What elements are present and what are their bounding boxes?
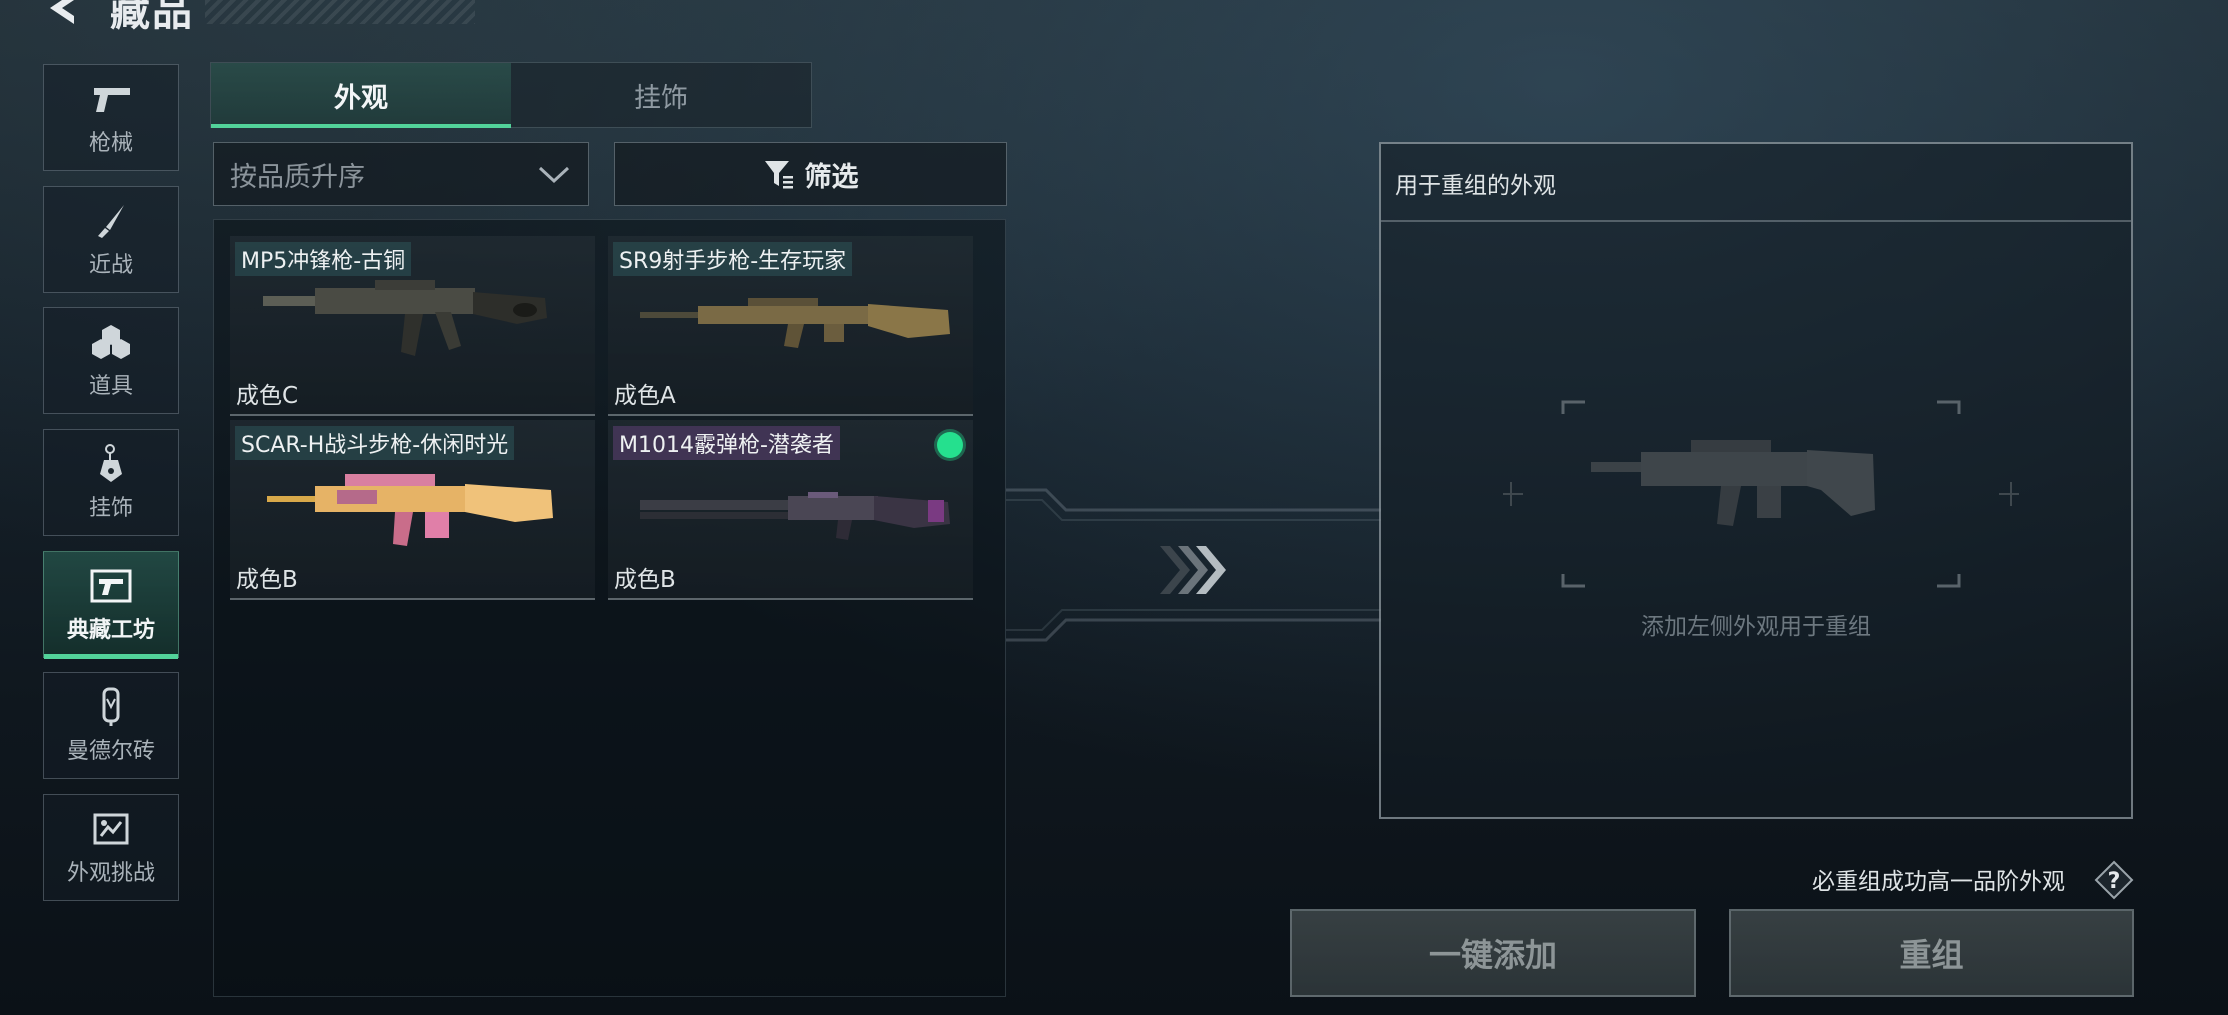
header-decoration	[205, 0, 475, 24]
recombine-button[interactable]: 重组	[1729, 909, 2134, 997]
divider	[1381, 220, 2131, 222]
skin-grade: 成色B	[236, 567, 298, 593]
tab-bar: 外观 挂饰	[210, 62, 812, 128]
add-all-button[interactable]: 一键添加	[1290, 909, 1696, 997]
weapon-image	[640, 492, 950, 540]
grenades-icon	[88, 322, 134, 362]
inventory-panel: MP5冲锋枪-古铜 成色C SR9射手步枪-生存玩家 成色A SCAR-H战斗步…	[213, 219, 1006, 997]
nav-label: 近战	[88, 252, 133, 278]
weapon-image	[267, 474, 553, 546]
charm-icon	[88, 443, 134, 484]
skin-name: SR9射手步枪-生存玩家	[613, 242, 853, 276]
nav-item-challenge[interactable]: 外观挑战	[43, 794, 179, 901]
skin-grade: 成色A	[614, 383, 676, 409]
chevrons-right-icon	[1160, 546, 1226, 594]
nav-label: 曼德尔砖	[66, 738, 155, 764]
nav-item-melee[interactable]: 近战	[43, 186, 179, 293]
recombine-placeholder: 添加左侧外观用于重组	[1641, 614, 1871, 640]
nav-item-workshop[interactable]: 典藏工坊	[43, 551, 179, 659]
weapon-image	[640, 298, 950, 348]
help-icon[interactable]: ?	[2094, 860, 2134, 900]
skin-card-mp5[interactable]: MP5冲锋枪-古铜 成色C	[230, 236, 595, 416]
nav-label: 挂饰	[88, 495, 133, 521]
nav-label: 典藏工坊	[66, 617, 155, 643]
nav-item-items[interactable]: 道具	[43, 307, 179, 414]
filter-label: 筛选	[804, 161, 859, 193]
challenge-icon	[88, 809, 134, 849]
sort-select[interactable]: 按品质升序	[213, 142, 589, 206]
nav-item-mandel-brick[interactable]: 曼德尔砖	[43, 672, 179, 779]
page-header: 藏品	[40, 0, 194, 38]
empty-slot-weapon-icon	[1503, 400, 2019, 588]
tab-charms[interactable]: 挂饰	[511, 63, 811, 127]
nav-label: 道具	[88, 373, 133, 399]
workshop-icon	[88, 566, 134, 606]
nav-label: 外观挑战	[66, 860, 155, 886]
skin-card-scar-h[interactable]: SCAR-H战斗步枪-休闲时光 成色B	[230, 420, 595, 600]
mandel-brick-icon	[88, 687, 134, 727]
pistol-icon	[88, 79, 134, 119]
skin-name: M1014霰弹枪-潜袭者	[613, 426, 840, 460]
skin-name: MP5冲锋枪-古铜	[235, 242, 412, 276]
skin-grade: 成色B	[614, 567, 676, 593]
weapon-image	[263, 280, 547, 356]
skin-card-m1014[interactable]: M1014霰弹枪-潜袭者 成色B	[608, 420, 973, 600]
knife-icon	[88, 201, 134, 241]
nav-label: 枪械	[88, 130, 133, 156]
skin-grade: 成色C	[236, 383, 299, 409]
recombine-title: 用于重组的外观	[1395, 173, 1556, 199]
selected-indicator	[937, 432, 963, 458]
filter-button[interactable]: 筛选	[614, 142, 1007, 206]
skin-card-sr9[interactable]: SR9射手步枪-生存玩家 成色A	[608, 236, 973, 416]
filter-icon	[764, 161, 793, 189]
nav-item-charms[interactable]: 挂饰	[43, 429, 179, 536]
nav-item-firearms[interactable]: 枪械	[43, 64, 179, 171]
page-title: 藏品	[110, 0, 194, 35]
recombine-hint: 必重组成功高一品阶外观	[1812, 869, 2065, 895]
back-arrow-icon[interactable]	[40, 0, 84, 30]
chevron-down-icon	[538, 166, 570, 184]
skin-name: SCAR-H战斗步枪-休闲时光	[235, 426, 515, 460]
recombine-panel[interactable]: 用于重组的外观 添加左侧外观用于重组	[1379, 142, 2133, 819]
svg-text:?: ?	[2108, 869, 2121, 894]
sort-select-value: 按品质升序	[230, 161, 365, 193]
tab-appearance[interactable]: 外观	[211, 63, 511, 128]
